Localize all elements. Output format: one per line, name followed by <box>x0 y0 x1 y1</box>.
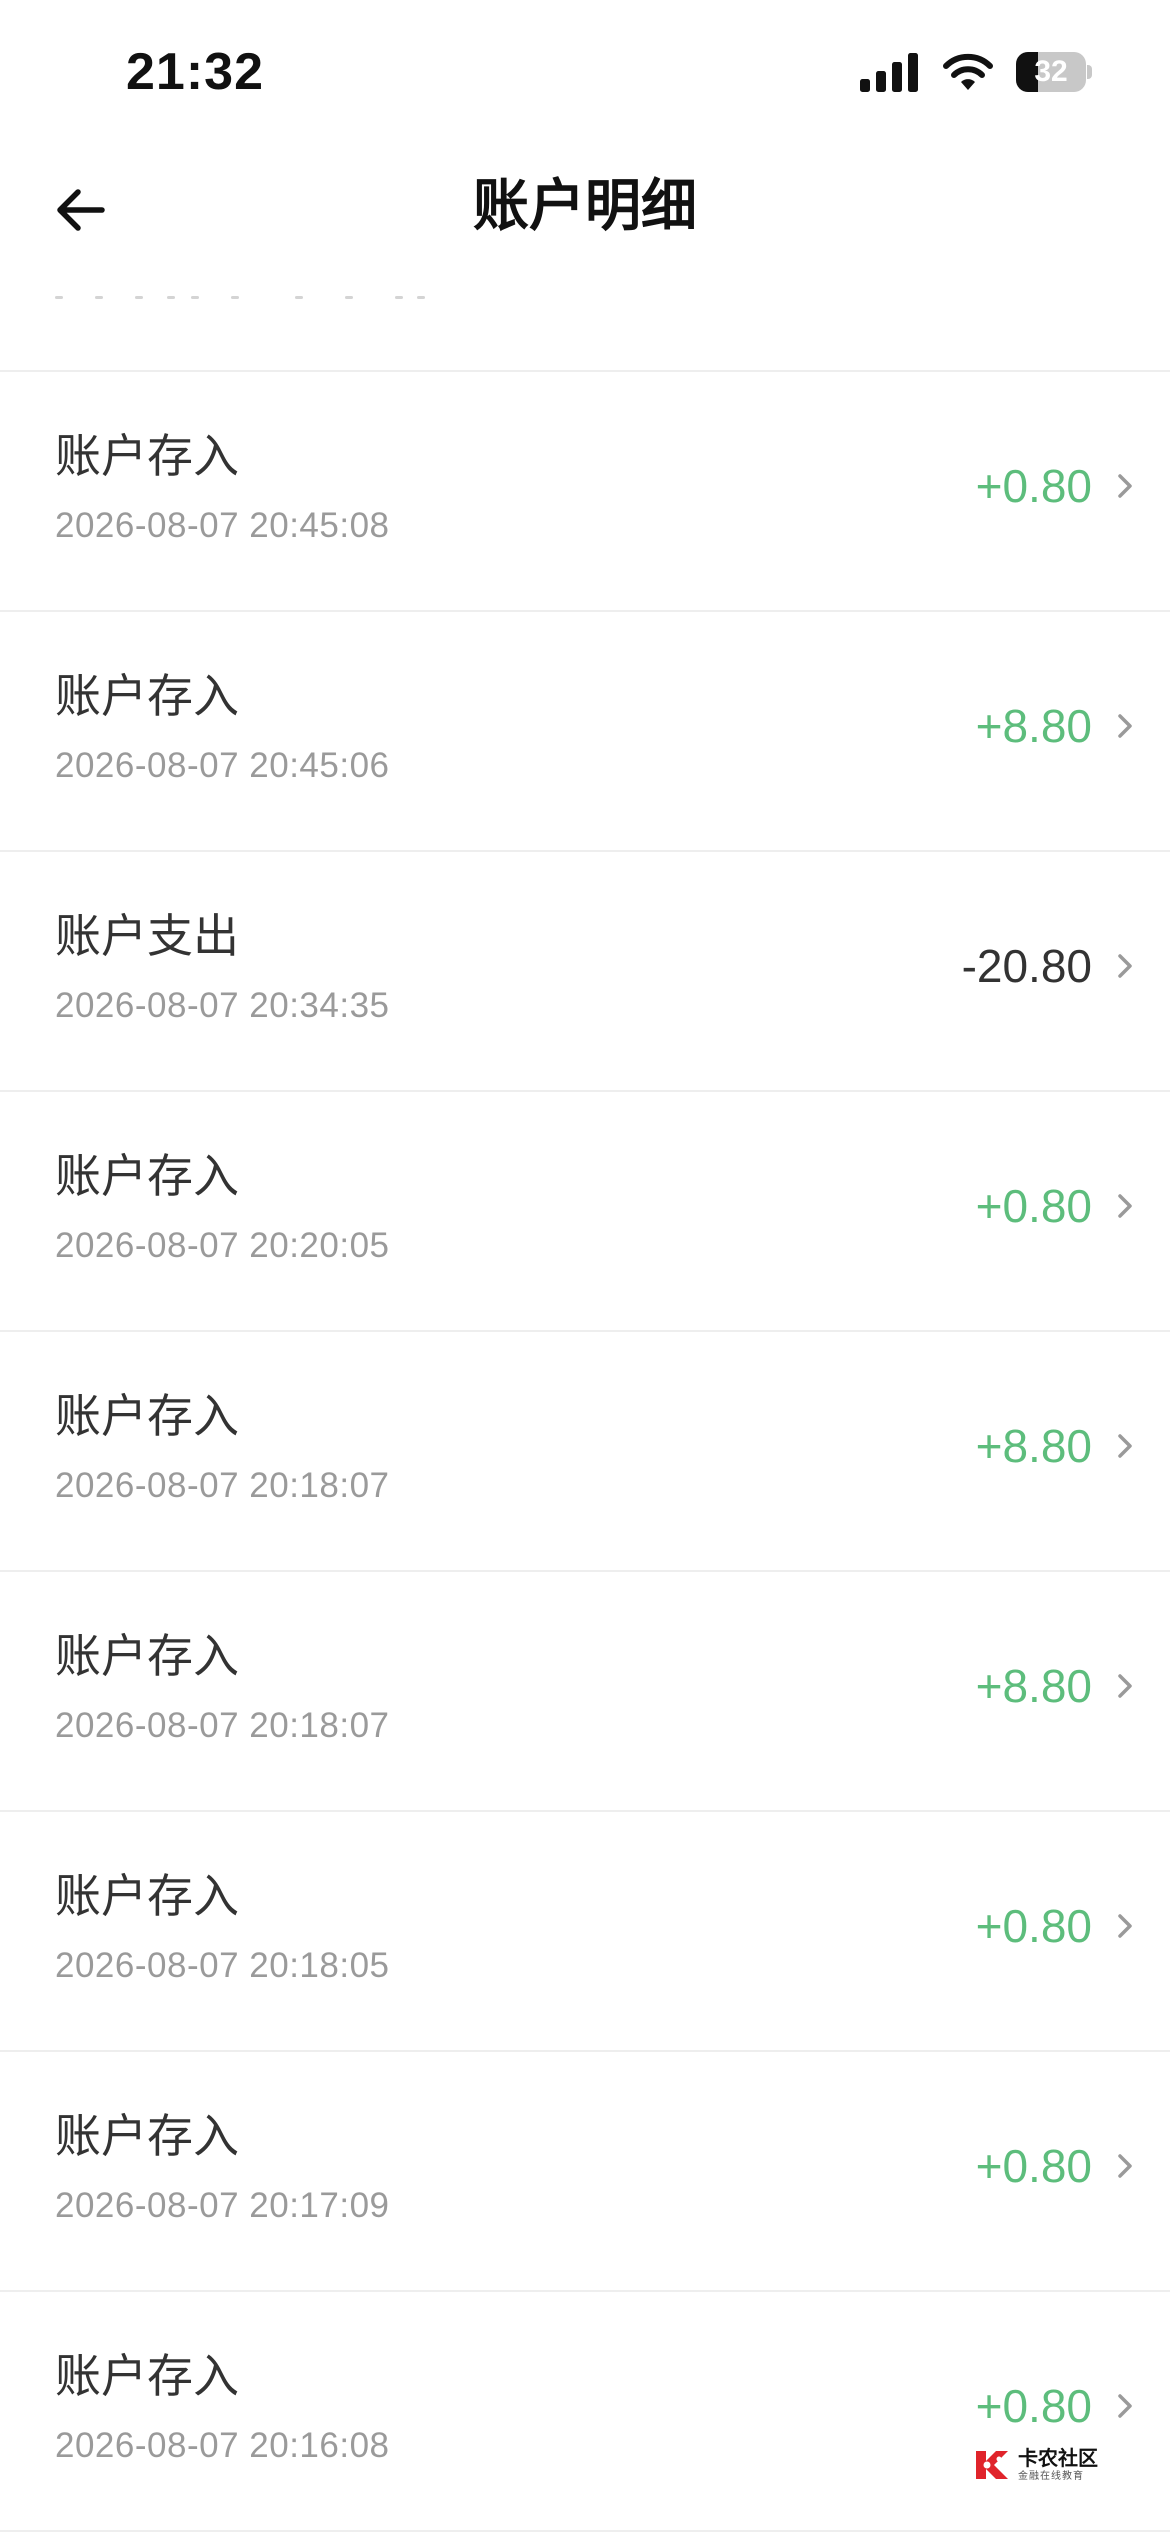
kanong-logo-icon <box>976 2451 1008 2479</box>
chevron-right-icon <box>1118 1674 1132 1698</box>
transaction-row[interactable]: 账户存入 2026-08-07 20:45:06 +8.80 <box>0 612 1170 852</box>
transaction-title: 账户存入 <box>55 2349 239 2403</box>
chevron-right-icon <box>1118 1194 1132 1218</box>
chevron-right-icon <box>1118 1434 1132 1458</box>
chevron-right-icon <box>1118 2154 1132 2178</box>
transaction-amount: +8.80 <box>975 1420 1092 1472</box>
chevron-right-icon <box>1118 2394 1132 2418</box>
battery-body: 32 <box>1016 52 1086 92</box>
clipped-text-remnant <box>55 296 425 299</box>
chevron-right-icon <box>1118 1914 1132 1938</box>
status-time: 21:32 <box>126 43 264 101</box>
wifi-icon <box>943 53 993 90</box>
chevron-right-icon <box>1118 714 1132 738</box>
transaction-row[interactable]: 账户存入 2026-08-07 20:18:05 +0.80 <box>0 1812 1170 2052</box>
transaction-title: 账户存入 <box>55 429 239 483</box>
nav-header: 账户明细 <box>0 150 1170 270</box>
transaction-amount: +0.80 <box>975 460 1092 512</box>
battery-level: 32 <box>1034 55 1068 88</box>
transaction-title: 账户存入 <box>55 669 239 723</box>
transaction-row[interactable]: 账户存入 2026-08-07 20:18:07 +8.80 <box>0 1572 1170 1812</box>
transaction-amount: +8.80 <box>975 700 1092 752</box>
transaction-time: 2026-08-07 20:18:07 <box>55 1466 390 1505</box>
transaction-time: 2026-08-07 20:34:35 <box>55 986 390 1025</box>
transaction-time: 2026-08-07 20:20:05 <box>55 1226 390 1265</box>
transaction-amount: +0.80 <box>975 2380 1092 2432</box>
battery-icon: 32 <box>1016 52 1092 92</box>
partial-list-item <box>0 270 1170 372</box>
transaction-title: 账户支出 <box>55 909 239 963</box>
transaction-title: 账户存入 <box>55 1869 239 1923</box>
transaction-amount: +8.80 <box>975 1660 1092 1712</box>
transaction-title: 账户存入 <box>55 1629 239 1683</box>
transaction-amount: +0.80 <box>975 2140 1092 2192</box>
transaction-time: 2026-08-07 20:18:05 <box>55 1946 390 1985</box>
status-bar: 21:32 32 <box>0 0 1170 150</box>
transaction-amount: +0.80 <box>975 1180 1092 1232</box>
watermark: 卡农社区 金融在线教育 <box>972 2440 1122 2490</box>
transaction-row[interactable]: 账户存入 2026-08-07 20:45:08 +0.80 <box>0 372 1170 612</box>
transaction-title: 账户存入 <box>55 1149 239 1203</box>
transaction-row[interactable]: 账户存入 2026-08-07 20:20:05 +0.80 <box>0 1092 1170 1332</box>
transaction-list: 账户存入 2026-08-07 20:45:08 +0.80 账户存入 2026-08-… <box>0 372 1170 2532</box>
chevron-right-icon <box>1118 954 1132 978</box>
page-title: 账户明细 <box>473 174 697 239</box>
transaction-row[interactable]: 账户存入 2026-08-07 20:18:07 +8.80 <box>0 1332 1170 1572</box>
watermark-subtitle: 金融在线教育 <box>1018 2471 1084 2482</box>
chevron-right-icon <box>1118 474 1132 498</box>
transaction-title: 账户存入 <box>55 1389 239 1443</box>
transaction-time: 2026-08-07 20:17:09 <box>55 2186 390 2225</box>
transaction-amount: +0.80 <box>975 1900 1092 1952</box>
transaction-time: 2026-08-07 20:18:07 <box>55 1706 390 1745</box>
transaction-amount: -20.80 <box>961 940 1092 992</box>
transaction-row[interactable]: 账户存入 2026-08-07 20:17:09 +0.80 <box>0 2052 1170 2292</box>
battery-tip <box>1087 65 1092 79</box>
transaction-time: 2026-08-07 20:45:06 <box>55 746 390 785</box>
status-icons: 32 <box>860 52 1092 92</box>
transaction-time: 2026-08-07 20:45:08 <box>55 506 390 545</box>
transaction-row[interactable]: 账户支出 2026-08-07 20:34:35 -20.80 <box>0 852 1170 1092</box>
cellular-signal-icon <box>860 53 918 92</box>
transaction-title: 账户存入 <box>55 2109 239 2163</box>
transaction-time: 2026-08-07 20:16:08 <box>55 2426 390 2465</box>
watermark-name: 卡农社区 <box>1018 2446 1098 2470</box>
transaction-row[interactable]: 账户存入 2026-08-07 20:16:08 +0.80 <box>0 2292 1170 2532</box>
